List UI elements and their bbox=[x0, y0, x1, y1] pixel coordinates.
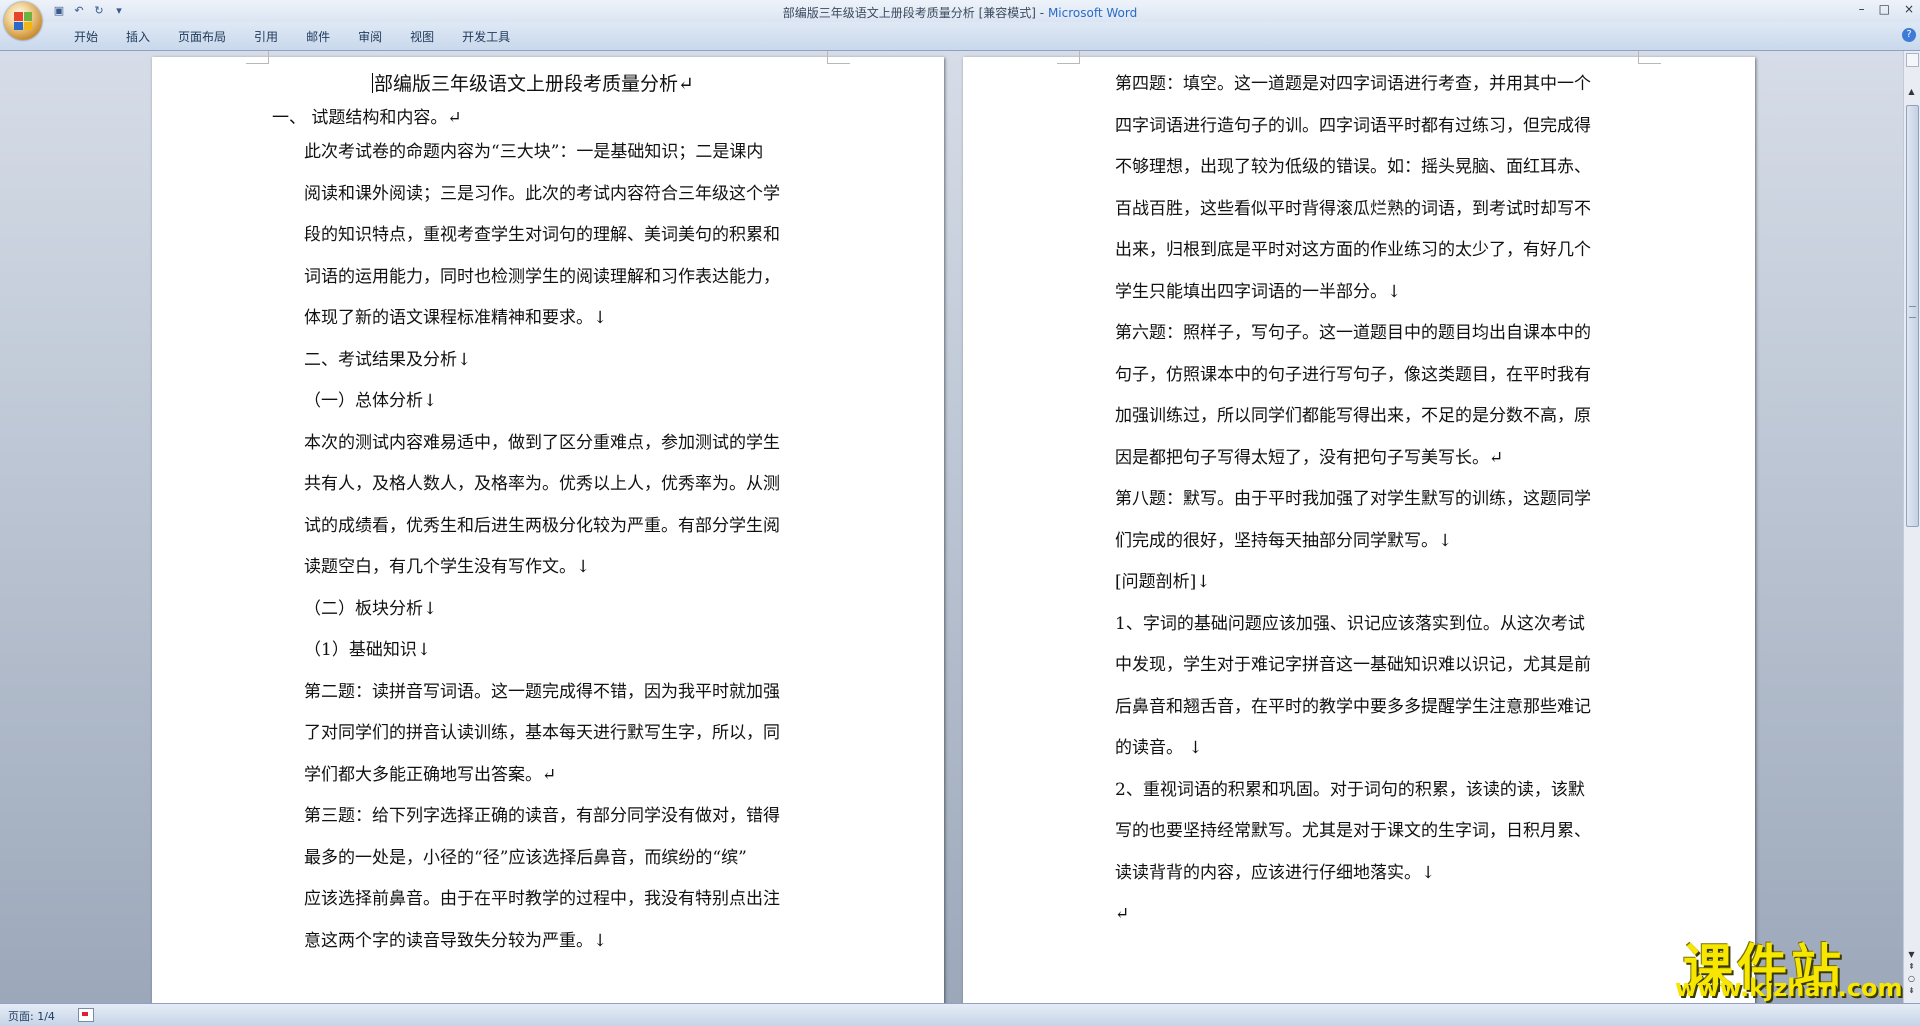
paragraph-line: 1、字词的基础问题应该加强、识记应该落实到位。从这次考试 bbox=[1115, 613, 1585, 634]
document-title-text: 部编版三年级语文上册段考质量分析↵ bbox=[374, 73, 694, 95]
paragraph-line: 本次的测试内容难易适中，做到了区分重难点，参加测试的学生 bbox=[304, 432, 780, 453]
margin-corner-mark bbox=[246, 51, 269, 64]
status-bar: 页面: 1/4 bbox=[0, 1003, 1920, 1026]
app-name: Microsoft Word bbox=[1047, 6, 1138, 20]
ruler-toggle-icon[interactable] bbox=[1906, 53, 1919, 67]
maximize-button[interactable]: □ bbox=[1879, 2, 1890, 16]
proofing-status-icon[interactable] bbox=[78, 1008, 94, 1022]
paragraph-line: 第三题：给下列字选择正确的读音，有部分同学没有做对，错得 bbox=[304, 806, 780, 826]
paragraph-line: 四字词语进行造句子的训。四字词语平时都有过练习，但完成得 bbox=[1115, 115, 1591, 136]
right-page-body: 第四题：填空。这一道题是对四字词语进行考查，并用其中一个 四字词语进行造句子的训。… bbox=[1115, 64, 1591, 936]
document-name: 部编版三年级语文上册段考质量分析 [兼容模式] bbox=[782, 6, 1036, 20]
document-page-right[interactable]: 第四题：填空。这一道题是对四字词语进行考查，并用其中一个 四字词语进行造句子的训。… bbox=[963, 51, 1755, 1003]
paragraph-line: 写的也要坚持经常默写。尤其是对于课文的生字词，日积月累、 bbox=[1115, 821, 1591, 841]
paragraph-line: 第二题：读拼音写词语。这一题完成得不错，因为我平时就加强 bbox=[304, 681, 780, 702]
paragraph-line: 词语的运用能力，同时也检测学生的阅读理解和习作表达能力， bbox=[304, 266, 780, 287]
office-button[interactable] bbox=[4, 2, 42, 40]
paragraph-line: 读题空白，有几个学生没有写作文。↓ bbox=[304, 557, 591, 577]
browse-object-icons[interactable]: ▼ ⇞ ○ ⇟ bbox=[1906, 949, 1917, 997]
paragraph-line: 百战百胜，这些看似平时背得滚瓜烂熟的词语，到考试时却写不 bbox=[1115, 198, 1591, 219]
paragraph-line: 出来，归根到底是平时对这方面的作业练习的太少了，有好几个 bbox=[1115, 240, 1591, 260]
paragraph-line: 意这两个字的读音导致失分较为严重。↓ bbox=[304, 930, 608, 951]
paragraph-line: （1）基础知识↓ bbox=[304, 640, 432, 660]
quick-access-toolbar: ▣ ↶ ↻ ▾ bbox=[52, 3, 126, 19]
tab-page-layout[interactable]: 页面布局 bbox=[164, 29, 240, 45]
scrollbar-thumb[interactable] bbox=[1906, 105, 1919, 527]
office-logo-icon bbox=[14, 12, 32, 30]
customize-icon[interactable]: ▾ bbox=[112, 4, 126, 18]
paragraph-line: 第六题：照样子，写句子。这一道题目中的题目均出自课本中的 bbox=[1115, 323, 1591, 343]
window-title: 部编版三年级语文上册段考质量分析 [兼容模式] - Microsoft Word bbox=[0, 4, 1920, 21]
paragraph-line: 第八题：默写。由于平时我加强了对学生默写的训练，这题同学 bbox=[1115, 489, 1591, 509]
paragraph-line: 二、考试结果及分析↓ bbox=[304, 349, 472, 370]
scroll-up-icon[interactable]: ▲ bbox=[1906, 87, 1917, 99]
help-icon[interactable]: ? bbox=[1902, 28, 1916, 42]
tab-references[interactable]: 引用 bbox=[240, 29, 292, 45]
paragraph-line: 句子，仿照课本中的句子进行写句子，像这类题目，在平时我有 bbox=[1115, 364, 1591, 385]
paragraph-line: 应该选择前鼻音。由于在平时教学的过程中，我没有特别点出注 bbox=[304, 889, 780, 909]
paragraph-line: 不够理想，出现了较为低级的错误。如：摇头晃脑、面红耳赤、 bbox=[1115, 157, 1591, 177]
paragraph-line: [问题剖析]↓ bbox=[1115, 572, 1211, 592]
left-page-body: 此次考试卷的命题内容为“三大块”：一是基础知识；二是课内 阅读和课外阅读；三是习作… bbox=[304, 132, 780, 962]
document-workspace: 部编版三年级语文上册段考质量分析↵ 一、 试题结构和内容。↵ 此次考试卷的命题内… bbox=[0, 51, 1904, 1003]
paragraph-line: 了对同学们的拼音认读训练，基本每天进行默写生字，所以，同 bbox=[304, 723, 780, 743]
document-page-left[interactable]: 部编版三年级语文上册段考质量分析↵ 一、 试题结构和内容。↵ 此次考试卷的命题内… bbox=[152, 51, 944, 1003]
tab-developer[interactable]: 开发工具 bbox=[448, 29, 524, 45]
ribbon: 开始 插入 页面布局 引用 邮件 审阅 视图 开发工具 ? bbox=[0, 22, 1920, 51]
redo-icon[interactable]: ↻ bbox=[92, 4, 106, 18]
paragraph-line: 试的成绩看，优秀生和后进生两极分化较为严重。有部分学生阅 bbox=[304, 515, 780, 536]
paragraph-line: 中发现，学生对于难记字拼音这一基础知识难以识记，尤其是前 bbox=[1115, 655, 1591, 675]
paragraph-line: 阅读和课外阅读；三是习作。此次的考试内容符合三年级这个学 bbox=[304, 183, 780, 204]
margin-corner-mark bbox=[1638, 51, 1661, 64]
paragraph-line: （一）总体分析↓ bbox=[304, 391, 438, 411]
grip-icon bbox=[1909, 306, 1916, 318]
margin-corner-mark bbox=[1057, 51, 1080, 64]
paragraph-line: 学们都大多能正确地写出答案。↵ bbox=[304, 764, 557, 785]
undo-icon[interactable]: ↶ bbox=[72, 4, 86, 18]
paragraph-line: 共有人，及格人数人，及格率为。优秀以上人，优秀率为。从测 bbox=[304, 474, 780, 494]
paragraph-line: 2、重视词语的积累和巩固。对于词句的积累，该读的读，该默 bbox=[1115, 779, 1585, 800]
tab-view[interactable]: 视图 bbox=[396, 29, 448, 45]
ribbon-tabs: 开始 插入 页面布局 引用 邮件 审阅 视图 开发工具 bbox=[60, 29, 524, 45]
minimize-button[interactable]: – bbox=[1859, 2, 1865, 16]
paragraph-line: 最多的一处是，小径的“径”应该选择后鼻音，而缤纷的“缤” bbox=[304, 847, 747, 868]
paragraph-line: ↵ bbox=[1115, 904, 1130, 924]
paragraph-line: 们完成的很好，坚持每天抽部分同学默写。↓ bbox=[1115, 530, 1453, 551]
save-icon[interactable]: ▣ bbox=[52, 4, 66, 18]
paragraph-line: 后鼻音和翘舌音，在平时的教学中要多多提醒学生注意那些难记 bbox=[1115, 696, 1591, 717]
window-controls: – □ × bbox=[1859, 2, 1914, 16]
margin-corner-mark bbox=[827, 51, 850, 64]
text-cursor bbox=[372, 73, 373, 93]
close-button[interactable]: × bbox=[1904, 2, 1914, 16]
vertical-scrollbar[interactable]: ▲ ▼ ⇞ ○ ⇟ bbox=[1903, 51, 1920, 1003]
title-bar: 部编版三年级语文上册段考质量分析 [兼容模式] - Microsoft Word… bbox=[0, 0, 1920, 22]
paragraph-line: 因是都把句子写得太短了，没有把句子写美写长。↵ bbox=[1115, 447, 1504, 468]
tab-home[interactable]: 开始 bbox=[60, 29, 112, 45]
paragraph-line: 第四题：填空。这一道题是对四字词语进行考查，并用其中一个 bbox=[1115, 74, 1591, 94]
paragraph-line: 体现了新的语文课程标准精神和要求。↓ bbox=[304, 308, 608, 328]
paragraph-line: 段的知识特点，重视考查学生对词句的理解、美词美句的积累和 bbox=[304, 225, 780, 245]
watermark-url: www.kjzhan.com bbox=[1675, 974, 1903, 1002]
tab-review[interactable]: 审阅 bbox=[344, 29, 396, 45]
tab-insert[interactable]: 插入 bbox=[112, 29, 164, 45]
paragraph-line: 此次考试卷的命题内容为“三大块”：一是基础知识；二是课内 bbox=[304, 142, 764, 162]
title-separator: - bbox=[1035, 6, 1048, 20]
paragraph-line: 学生只能填出四字词语的一半部分。↓ bbox=[1115, 281, 1402, 302]
paragraph-line: （二）板块分析↓ bbox=[304, 598, 438, 619]
paragraph-line: 读读背背的内容，应该进行仔细地落实。↓ bbox=[1115, 862, 1436, 883]
paragraph-line: 的读音。 ↓ bbox=[1115, 738, 1203, 758]
tab-mailings[interactable]: 邮件 bbox=[292, 29, 344, 45]
paragraph-line: 加强训练过，所以同学们都能写得出来，不足的是分数不高，原 bbox=[1115, 406, 1591, 426]
page-indicator[interactable]: 页面: 1/4 bbox=[8, 1008, 55, 1024]
watermark-logo: 课件站 www.kjzhan.com bbox=[1675, 928, 1903, 1008]
